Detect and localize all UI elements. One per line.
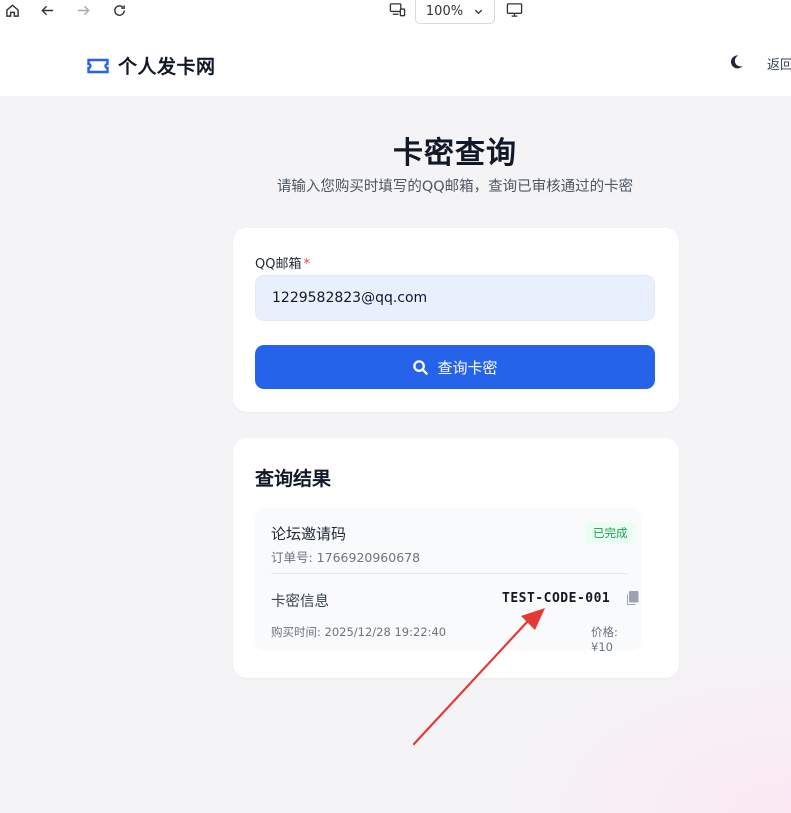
card-secret-code[interactable]: TEST-CODE-001 xyxy=(502,591,610,606)
forward-icon[interactable] xyxy=(72,0,94,20)
page-title: 卡密查询 xyxy=(393,136,517,171)
browser-toolbar: 100% xyxy=(0,0,791,30)
price: 价格: ¥10 xyxy=(591,625,618,654)
brand[interactable]: 个人发卡网 xyxy=(86,52,216,79)
site-header: 个人发卡网 返回 xyxy=(0,30,791,96)
result-title: 查询结果 xyxy=(255,468,332,490)
copy-icon[interactable] xyxy=(624,590,640,611)
cast-icon[interactable] xyxy=(503,0,525,20)
card-secret-label: 卡密信息 xyxy=(271,594,329,610)
query-button-label: 查询卡密 xyxy=(437,358,498,377)
zoom-dropdown[interactable]: 100% xyxy=(415,0,495,24)
query-form-card: QQ邮箱* 查询卡密 xyxy=(233,228,679,412)
email-label-text: QQ邮箱 xyxy=(255,257,302,272)
zoom-level: 100% xyxy=(425,4,464,19)
brand-name: 个人发卡网 xyxy=(118,56,216,78)
ticket-icon xyxy=(87,58,109,73)
home-icon[interactable] xyxy=(1,0,23,20)
device-mode-icon[interactable] xyxy=(386,0,408,20)
back-icon[interactable] xyxy=(36,0,58,20)
email-label: QQ邮箱 * xyxy=(255,253,310,272)
page-subtitle: 请输入您购买时填写的QQ邮箱，查询已审核通过的卡密 xyxy=(276,179,634,195)
moon-icon[interactable] xyxy=(728,54,744,74)
reload-icon[interactable] xyxy=(108,0,130,20)
query-button[interactable]: 查询卡密 xyxy=(255,345,655,389)
required-mark: * xyxy=(303,257,310,272)
back-home-link[interactable]: 返回 xyxy=(767,54,791,73)
result-card: 查询结果 论坛邀请码 订单号: 1766920960678 已完成 卡密信息 T… xyxy=(233,438,679,678)
search-icon xyxy=(413,359,429,375)
order-number: 订单号: 1766920960678 xyxy=(271,550,421,565)
purchase-time: 购买时间: 2025/12/28 19:22:40 xyxy=(271,625,447,639)
result-item: 论坛邀请码 订单号: 1766920960678 已完成 卡密信息 TEST-C… xyxy=(255,508,641,654)
divider xyxy=(271,573,627,574)
product-name: 论坛邀请码 xyxy=(271,525,347,543)
status-badge: 已完成 xyxy=(585,522,636,544)
email-input[interactable] xyxy=(255,275,655,321)
chevron-down-icon xyxy=(474,9,483,15)
